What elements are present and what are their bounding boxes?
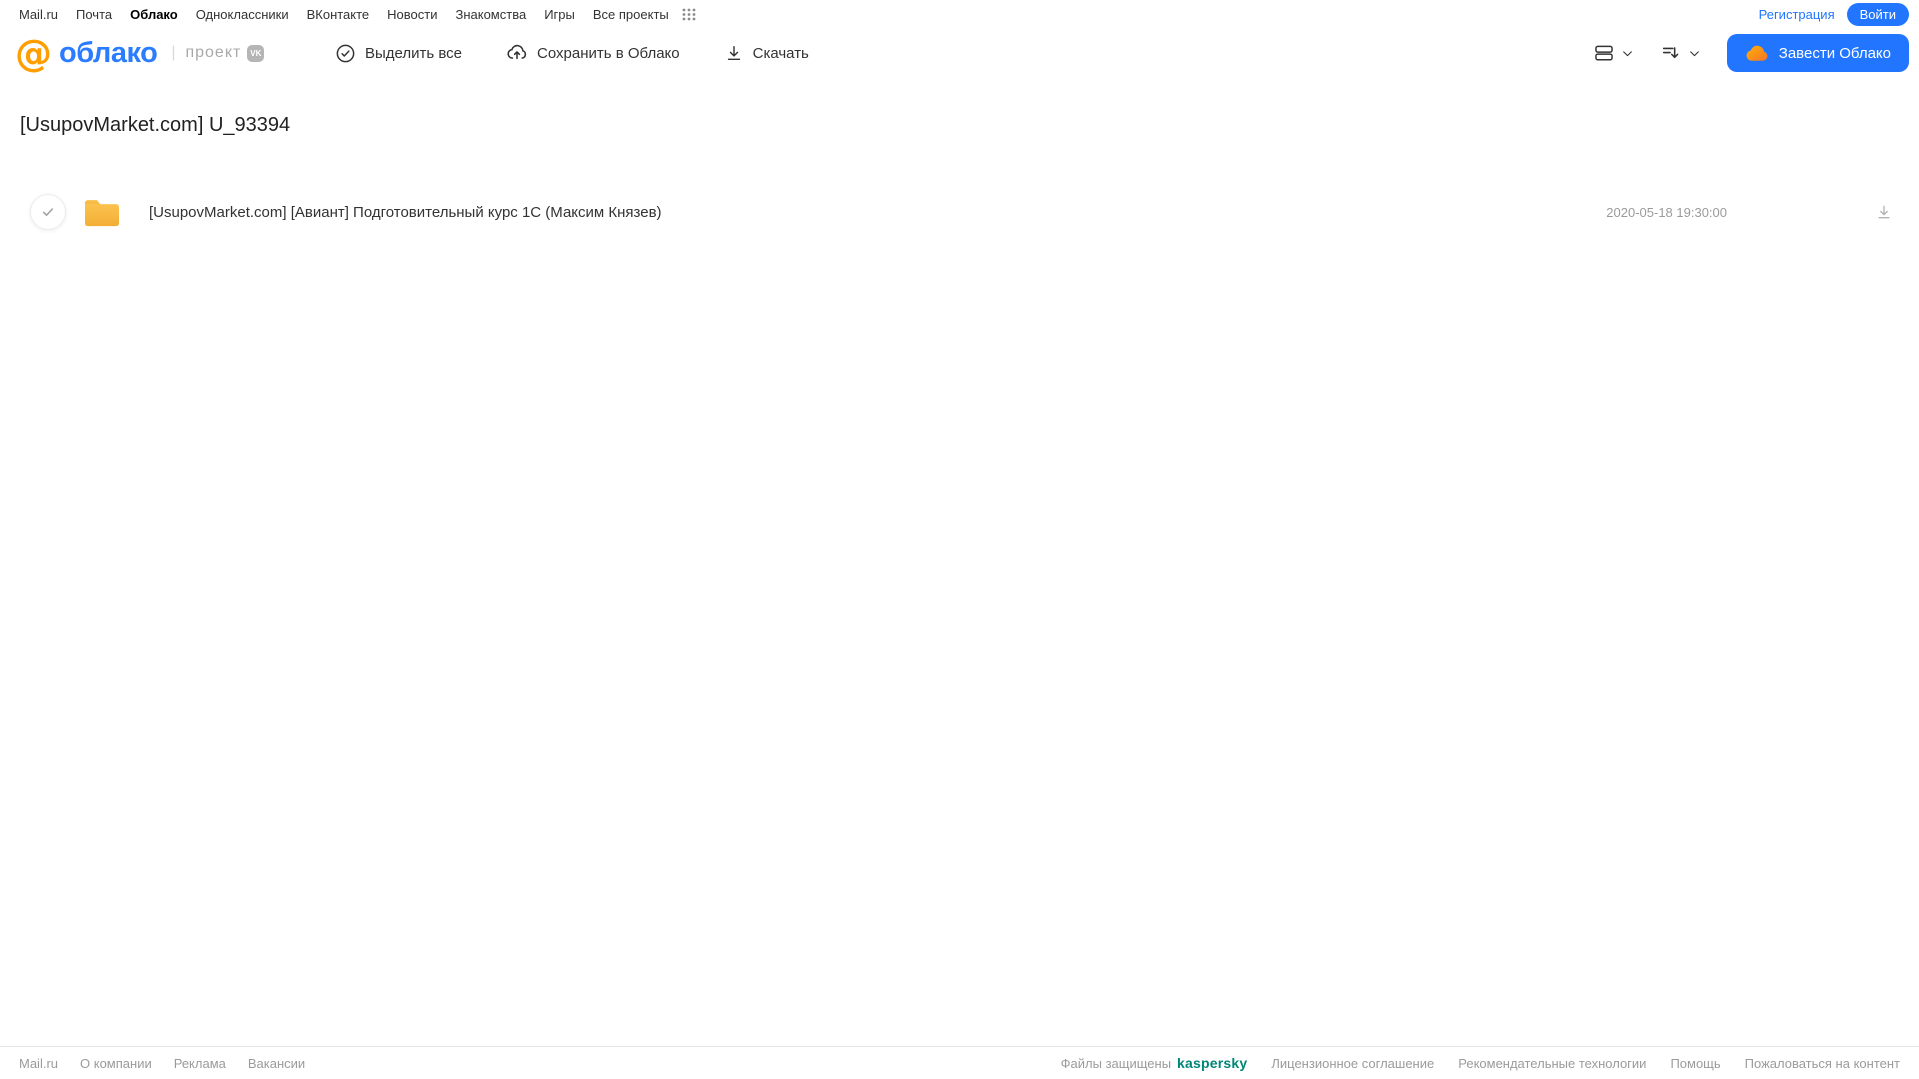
- download-button[interactable]: Скачать: [724, 43, 809, 63]
- orange-cloud-icon: [1745, 43, 1769, 63]
- portal-link-vkontakte[interactable]: ВКонтакте: [307, 7, 370, 22]
- kaspersky-logo: kaspersky: [1177, 1055, 1248, 1071]
- footer-link-help[interactable]: Помощь: [1670, 1056, 1720, 1071]
- file-toolbar: Выделить все Сохранить в Облако Скачать: [335, 42, 809, 64]
- logo-divider: |: [171, 44, 176, 61]
- footer-right-links: Файлы защищены kaspersky Лицензионное со…: [1061, 1055, 1900, 1071]
- kaspersky-protected: Файлы защищены kaspersky: [1061, 1055, 1248, 1071]
- view-controls: Завести Облако: [1593, 34, 1909, 72]
- select-all-button[interactable]: Выделить все: [335, 43, 462, 64]
- portal-nav-links: Mail.ru Почта Облако Одноклассники ВКонт…: [19, 6, 697, 22]
- check-icon: [42, 208, 54, 216]
- login-button[interactable]: Войти: [1846, 2, 1909, 26]
- protected-label: Файлы защищены: [1060, 1055, 1172, 1071]
- select-all-label: Выделить все: [365, 44, 463, 62]
- vk-badge-icon: VK: [247, 44, 265, 62]
- sort-dropdown[interactable]: [1660, 42, 1701, 64]
- page-footer: Mail.ru О компании Реклама Вакансии Файл…: [0, 1046, 1919, 1079]
- app-header: @ облако | проект VK Выделить все Сохран…: [0, 28, 1919, 78]
- download-icon: [724, 43, 744, 63]
- footer-link-ads[interactable]: Реклама: [174, 1056, 226, 1071]
- view-mode-dropdown[interactable]: [1593, 42, 1634, 64]
- portal-link-odnoklassniki[interactable]: Одноклассники: [196, 7, 289, 22]
- footer-link-jobs[interactable]: Вакансии: [248, 1056, 305, 1071]
- download-label: Скачать: [752, 44, 809, 62]
- apps-grid-icon[interactable]: [681, 6, 697, 22]
- portal-link-all-projects[interactable]: Все проекты: [593, 7, 669, 22]
- get-cloud-label: Завести Облако: [1778, 44, 1891, 62]
- page-title: [UsupovMarket.com] U_93394: [20, 114, 291, 136]
- row-checkbox[interactable]: [30, 194, 66, 230]
- footer-link-mailru[interactable]: Mail.ru: [19, 1056, 58, 1071]
- portal-nav: Mail.ru Почта Облако Одноклассники ВКонт…: [0, 0, 1919, 28]
- registration-link[interactable]: Регистрация: [1759, 7, 1835, 22]
- footer-link-report-content[interactable]: Пожаловаться на контент: [1745, 1056, 1900, 1071]
- folder-icon: [83, 195, 121, 229]
- save-to-cloud-label: Сохранить в Облако: [537, 44, 680, 62]
- portal-link-pochta[interactable]: Почта: [76, 7, 112, 22]
- file-date: 2020-05-18 19:30:00: [1606, 204, 1727, 220]
- portal-link-znakomstva[interactable]: Знакомства: [455, 7, 526, 22]
- chevron-down-icon: [1689, 50, 1699, 56]
- cloud-logo[interactable]: @ облако | проект VK: [15, 35, 315, 72]
- main-content: [UsupovMarket.com] U_93394 [UsupovMarket…: [0, 78, 1919, 1046]
- mailru-at-icon: @: [15, 31, 52, 75]
- check-circle-icon: [335, 43, 356, 64]
- footer-left-links: Mail.ru О компании Реклама Вакансии: [19, 1056, 305, 1071]
- portal-link-mailru[interactable]: Mail.ru: [19, 7, 58, 22]
- portal-auth: Регистрация Войти: [1759, 2, 1909, 26]
- file-row[interactable]: [UsupovMarket.com] [Авиант] Подготовител…: [0, 189, 1919, 235]
- chevron-down-icon: [1622, 50, 1632, 56]
- portal-link-igry[interactable]: Игры: [544, 7, 575, 22]
- footer-link-about[interactable]: О компании: [80, 1056, 152, 1071]
- get-cloud-button[interactable]: Завести Облако: [1726, 34, 1909, 72]
- footer-link-license[interactable]: Лицензионное соглашение: [1271, 1056, 1434, 1071]
- file-name[interactable]: [UsupovMarket.com] [Авиант] Подготовител…: [149, 204, 662, 221]
- sort-icon: [1662, 47, 1679, 59]
- row-download-icon[interactable]: [1875, 203, 1893, 221]
- file-row-meta: 2020-05-18 19:30:00: [1606, 203, 1893, 221]
- list-view-icon: [1594, 45, 1613, 61]
- save-to-cloud-button[interactable]: Сохранить в Облако: [506, 42, 680, 64]
- cloud-upload-icon: [506, 42, 528, 64]
- cloud-logo-text: облако: [59, 36, 158, 69]
- footer-link-recommendation-tech[interactable]: Рекомендательные технологии: [1458, 1056, 1646, 1071]
- portal-link-oblako[interactable]: Облако: [130, 7, 178, 22]
- project-label: проект: [185, 44, 242, 61]
- portal-link-novosti[interactable]: Новости: [387, 7, 437, 22]
